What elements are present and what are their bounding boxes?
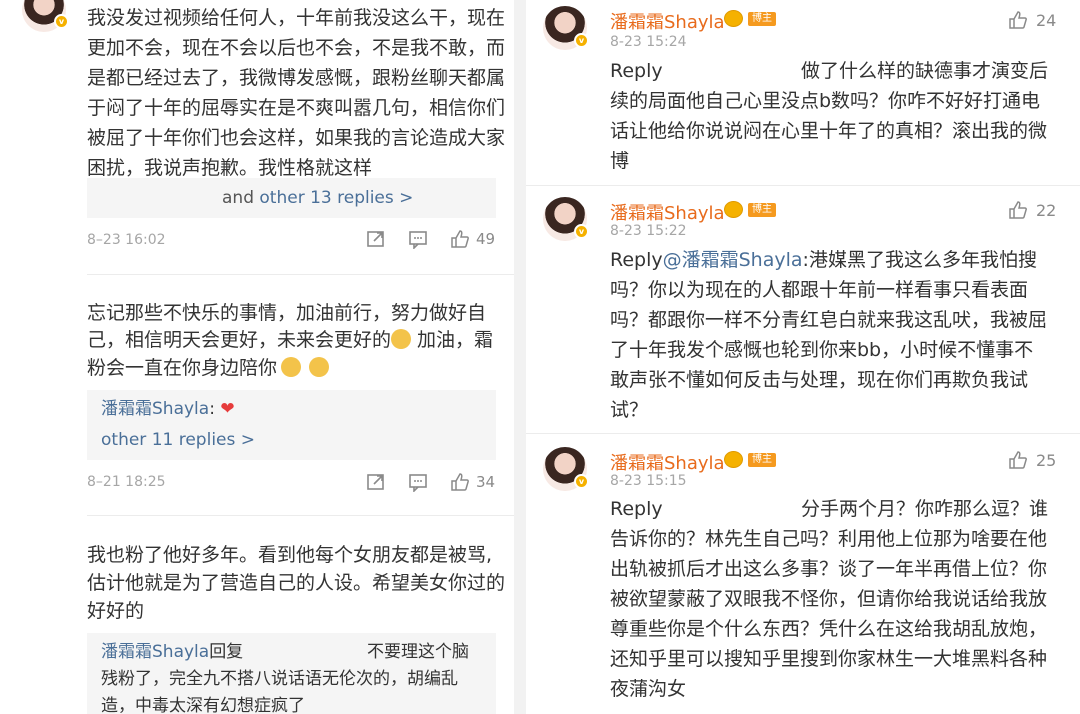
comment-actions: 34 [366,472,495,492]
mention-link[interactable]: @潘霜霜Shayla [663,249,803,271]
comment-1-line-4: 于闷了十年的屈辱实在是不爽叫嚣几句，相信你们 [87,97,506,119]
comment-1-line-2: 更加不会，现在不会以后也不会，不是我不敢，而 [87,37,506,59]
reply-1-line-3: 话让他给你说说闷在心里十年了的真相？滚出我的微 [610,120,1048,142]
reply-2-line-2: 吗？你以为现在的人都跟十年前一样看事只看表面 [610,279,1029,301]
comment-date: 8–21 18:25 [87,474,166,490]
crown-icon [724,10,743,27]
crown-icon [724,201,743,218]
divider [526,433,1080,434]
reply-1-line-4: 博 [610,150,630,172]
reply-3-line-2: 告诉你的？林先生自己吗？利用他上位那为啥要在他 [610,528,1048,550]
author-name[interactable]: 潘霜霜Shayla [610,449,725,475]
reply-2-line-6: 试？ [610,399,649,421]
more-replies-link[interactable]: other 11 replies > [101,425,255,455]
reply-date: 8-23 15:22 [610,223,687,239]
comment-date: 8–23 16:02 [87,232,166,248]
like-count: 34 [476,473,496,491]
left-comment-panel: v 我没发过视频给任何人，十年前我没这么干，现在 更加不会，现在不会以后也不会，… [0,0,514,714]
comment-icon[interactable] [408,229,428,249]
verified-icon: v [54,14,69,29]
comment-2-line-1: 忘记那些不快乐的事情，加油前行，努力做好自 [87,302,487,324]
replies-box[interactable]: and other 13 replies > [87,178,496,218]
reply-preview-box[interactable]: 潘霜霜Shayla回复 不要理这个脑 残粉了，完全九不搭八说话语无伦次的，胡编乱… [87,633,496,714]
comment-2-line-3: 粉会一直在你身边陪你 [87,353,330,383]
thumbs-up-icon [1009,451,1027,469]
blogger-badge: 博主 [748,12,776,26]
comment-1-line-3: 是都已经过去了，我微博发感慨，跟粉丝聊天都属 [87,67,506,89]
reply-3-line-3: 出轨被抓后才出这么多事？谈了一年半再借上位？你 [610,558,1048,580]
like-count: 22 [1036,200,1057,220]
replies-prefix: and [222,188,254,208]
share-icon[interactable] [366,229,386,249]
emoji-icon [281,357,302,377]
comment-2-line-2: 己，相信明天会更好，未来会更好的 加油，霜 [87,329,494,351]
reply-3-line-4: 被欲望蒙蔽了双眼我不怪你，但请你给我说话给我放 [610,588,1048,610]
like-button[interactable]: 24 [1008,10,1056,30]
blogger-badge: 博主 [748,453,776,467]
reply-2-line-1: Reply@潘霜霜Shayla:港媒黑了我这么多年我怕搜 [610,249,1037,271]
reply-1-line-2: 续的局面他自己心里没点b数吗？你咋不好好打通电 [610,90,1041,112]
divider [526,185,1080,186]
reply-2-line-3: 吗？都跟你一样不分青红皂白就来我这乱吠，我被屈 [610,309,1048,331]
reply-preview-box[interactable]: 潘霜霜Shayla: ❤ other 11 replies > [87,390,496,460]
divider [87,274,514,275]
emoji-icon [391,329,412,349]
reply-3-line-6: 还知乎里可以搜知乎里搜到你家林生一大堆黑料各种 [610,648,1048,670]
comment-1-line-5: 被屈了十年你们也会这样，如果我的言论造成大家 [87,127,506,149]
heart-icon: ❤ [220,399,235,419]
thumbs-up-icon [451,473,469,491]
like-button[interactable]: 34 [450,472,495,492]
crown-icon [724,451,743,468]
reply-text-line-2: 残粉了，完全九不搭八说话语无伦次的，胡编乱 [101,669,458,689]
blogger-badge: 博主 [748,203,776,217]
comment-icon[interactable] [408,472,428,492]
more-replies-link[interactable]: other 13 replies > [259,188,413,208]
reply-3-line-5: 尊重些你是个什么东西？凭什么在这给我胡乱放炮， [610,618,1048,640]
thumbs-up-icon [451,230,469,248]
reply-author-link[interactable]: 潘霜霜Shayla [101,399,209,419]
comment-3-line-1: 我也粉了他好多年。看到他每个女朋友都是被骂, [87,544,493,566]
like-button[interactable]: 22 [1008,200,1056,220]
reply-author-link[interactable]: 潘霜霜Shayla [101,642,209,662]
emoji-icon [309,357,330,377]
verified-icon: v [574,33,589,48]
like-button[interactable]: 25 [1008,450,1056,470]
divider [87,515,514,516]
reply-date: 8-23 15:15 [610,473,687,489]
like-count: 24 [1036,10,1057,30]
thumbs-up-icon [1009,201,1027,219]
comment-3-line-3: 好好的 [87,600,145,622]
reply-2-line-4: 了十年我发个感慨也轮到你来bb，小时候不懂事不 [610,339,1034,361]
reply-1-line-1: 做了什么样的缺德事才演变后 [801,60,1049,82]
reply-label[interactable]: Reply [610,56,663,86]
reply-2-line-5: 敢声张不懂如何反击与处理，现在你们再欺负我试 [610,369,1029,391]
author-name[interactable]: 潘霜霜Shayla [610,8,725,34]
share-icon[interactable] [366,472,386,492]
panel-divider [514,0,526,714]
comment-3-line-2: 估计他就是为了营造自己的人设。希望美女你过的 [87,572,506,594]
reply-label[interactable]: Reply [610,494,663,524]
like-button[interactable]: 49 [450,229,495,249]
reply-label[interactable]: Reply [610,249,663,271]
reply-3-line-1: 分手两个月？你咋那么逗？谁 [801,498,1049,520]
verified-icon: v [574,474,589,489]
reply-text-line-1: 不要理这个脑 [367,642,469,662]
like-count: 49 [476,230,496,248]
comment-actions: 49 [366,229,495,249]
right-reply-panel: v 潘霜霜Shayla 博主 8-23 15:24 24 Reply 做了什么样… [526,0,1080,714]
thumbs-up-icon [1009,11,1027,29]
like-count: 25 [1036,450,1057,470]
verified-icon: v [574,224,589,239]
reply-3-line-7: 夜蒲沟女 [610,678,687,700]
reply-text-line-3: 造，中毒太深有幻想症疯了 [101,696,305,714]
author-name[interactable]: 潘霜霜Shayla [610,199,725,225]
comment-1-line-1: 我没发过视频给任何人，十年前我没这么干，现在 [87,7,506,29]
reply-date: 8-23 15:24 [610,34,687,50]
